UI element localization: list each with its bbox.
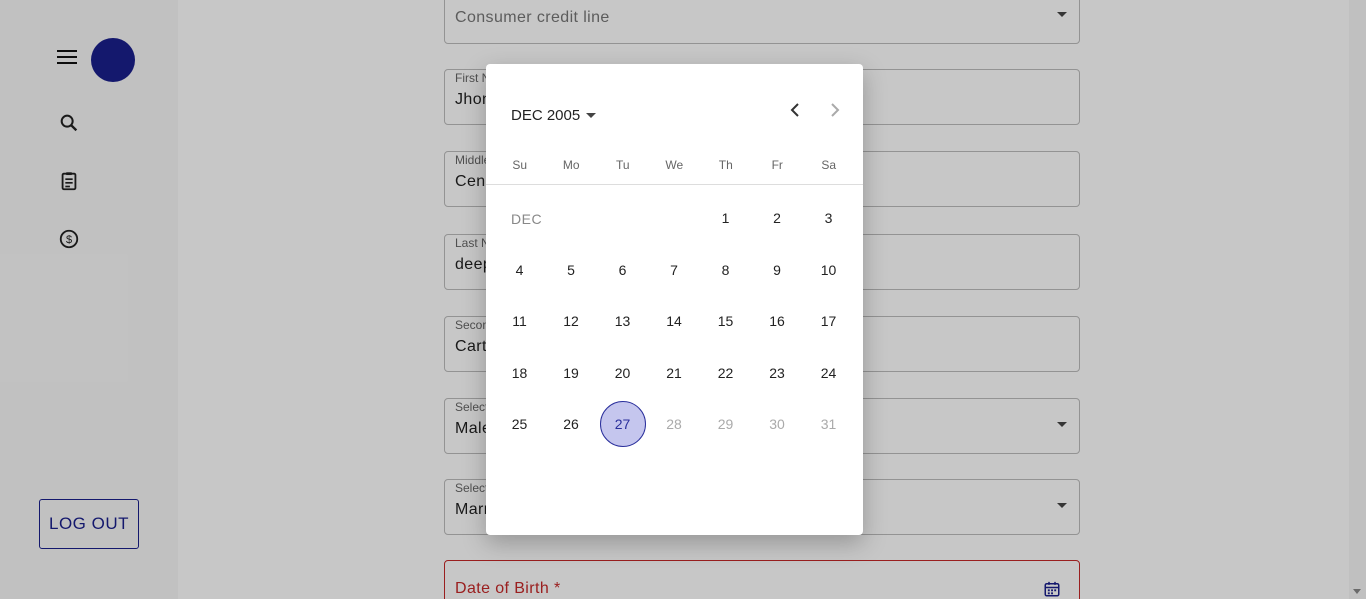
day-cell[interactable]: 14	[651, 298, 697, 344]
day-cell[interactable]: 8	[703, 247, 749, 293]
day-cell[interactable]: 5	[548, 247, 594, 293]
day-cell[interactable]: 19	[548, 350, 594, 396]
day-cell[interactable]: 10	[806, 247, 852, 293]
day-cell[interactable]: 26	[548, 401, 594, 447]
day-cell[interactable]: 11	[497, 298, 543, 344]
chevron-right-icon[interactable]	[823, 98, 847, 122]
day-cell[interactable]: 7	[651, 247, 697, 293]
caret-down-icon	[586, 113, 597, 118]
day-cell[interactable]: 1	[703, 195, 749, 241]
day-cell[interactable]: 22	[703, 350, 749, 396]
weekday-header: Su Mo Tu We Th Fr Sa	[494, 158, 855, 172]
day-cell[interactable]: 28	[651, 401, 697, 447]
day-cell[interactable]: 2	[754, 195, 800, 241]
weekday-label: Sa	[821, 158, 837, 172]
day-cell[interactable]: 6	[600, 247, 646, 293]
day-cell[interactable]: 20	[600, 350, 646, 396]
day-cell[interactable]: 23	[754, 350, 800, 396]
weekday-label: Th	[718, 158, 733, 172]
month-year-select[interactable]: DEC 2005	[511, 107, 597, 124]
weekday-label: We	[665, 158, 684, 172]
day-cell[interactable]: 12	[548, 298, 594, 344]
day-cell[interactable]: 3	[806, 195, 852, 241]
weekday-label: Mo	[562, 158, 580, 172]
day-cell[interactable]: 13	[600, 298, 646, 344]
day-cell[interactable]: 29	[703, 401, 749, 447]
day-cell[interactable]: 18	[497, 350, 543, 396]
day-cell[interactable]: 31	[806, 401, 852, 447]
divider	[486, 184, 863, 185]
weekday-label: Su	[512, 158, 528, 172]
day-cell[interactable]: 30	[754, 401, 800, 447]
weekday-label: Fr	[771, 158, 783, 172]
date-picker-dialog: DEC 2005 Su Mo Tu We Th Fr Sa DEC 123456…	[486, 64, 863, 535]
weekday-label: Tu	[615, 158, 630, 172]
chevron-left-icon[interactable]	[783, 98, 807, 122]
month-year-label: DEC 2005	[511, 107, 581, 124]
day-cell[interactable]: 25	[497, 401, 543, 447]
day-cell[interactable]: 17	[806, 298, 852, 344]
month-tag: DEC	[511, 211, 543, 227]
day-cell[interactable]: 21	[651, 350, 697, 396]
day-cell-selected[interactable]: 27	[599, 401, 646, 448]
day-cell[interactable]: 16	[754, 298, 800, 344]
day-cell[interactable]: 9	[754, 247, 800, 293]
day-cell[interactable]: 4	[497, 247, 543, 293]
day-cell[interactable]: 15	[703, 298, 749, 344]
day-cell[interactable]: 24	[806, 350, 852, 396]
